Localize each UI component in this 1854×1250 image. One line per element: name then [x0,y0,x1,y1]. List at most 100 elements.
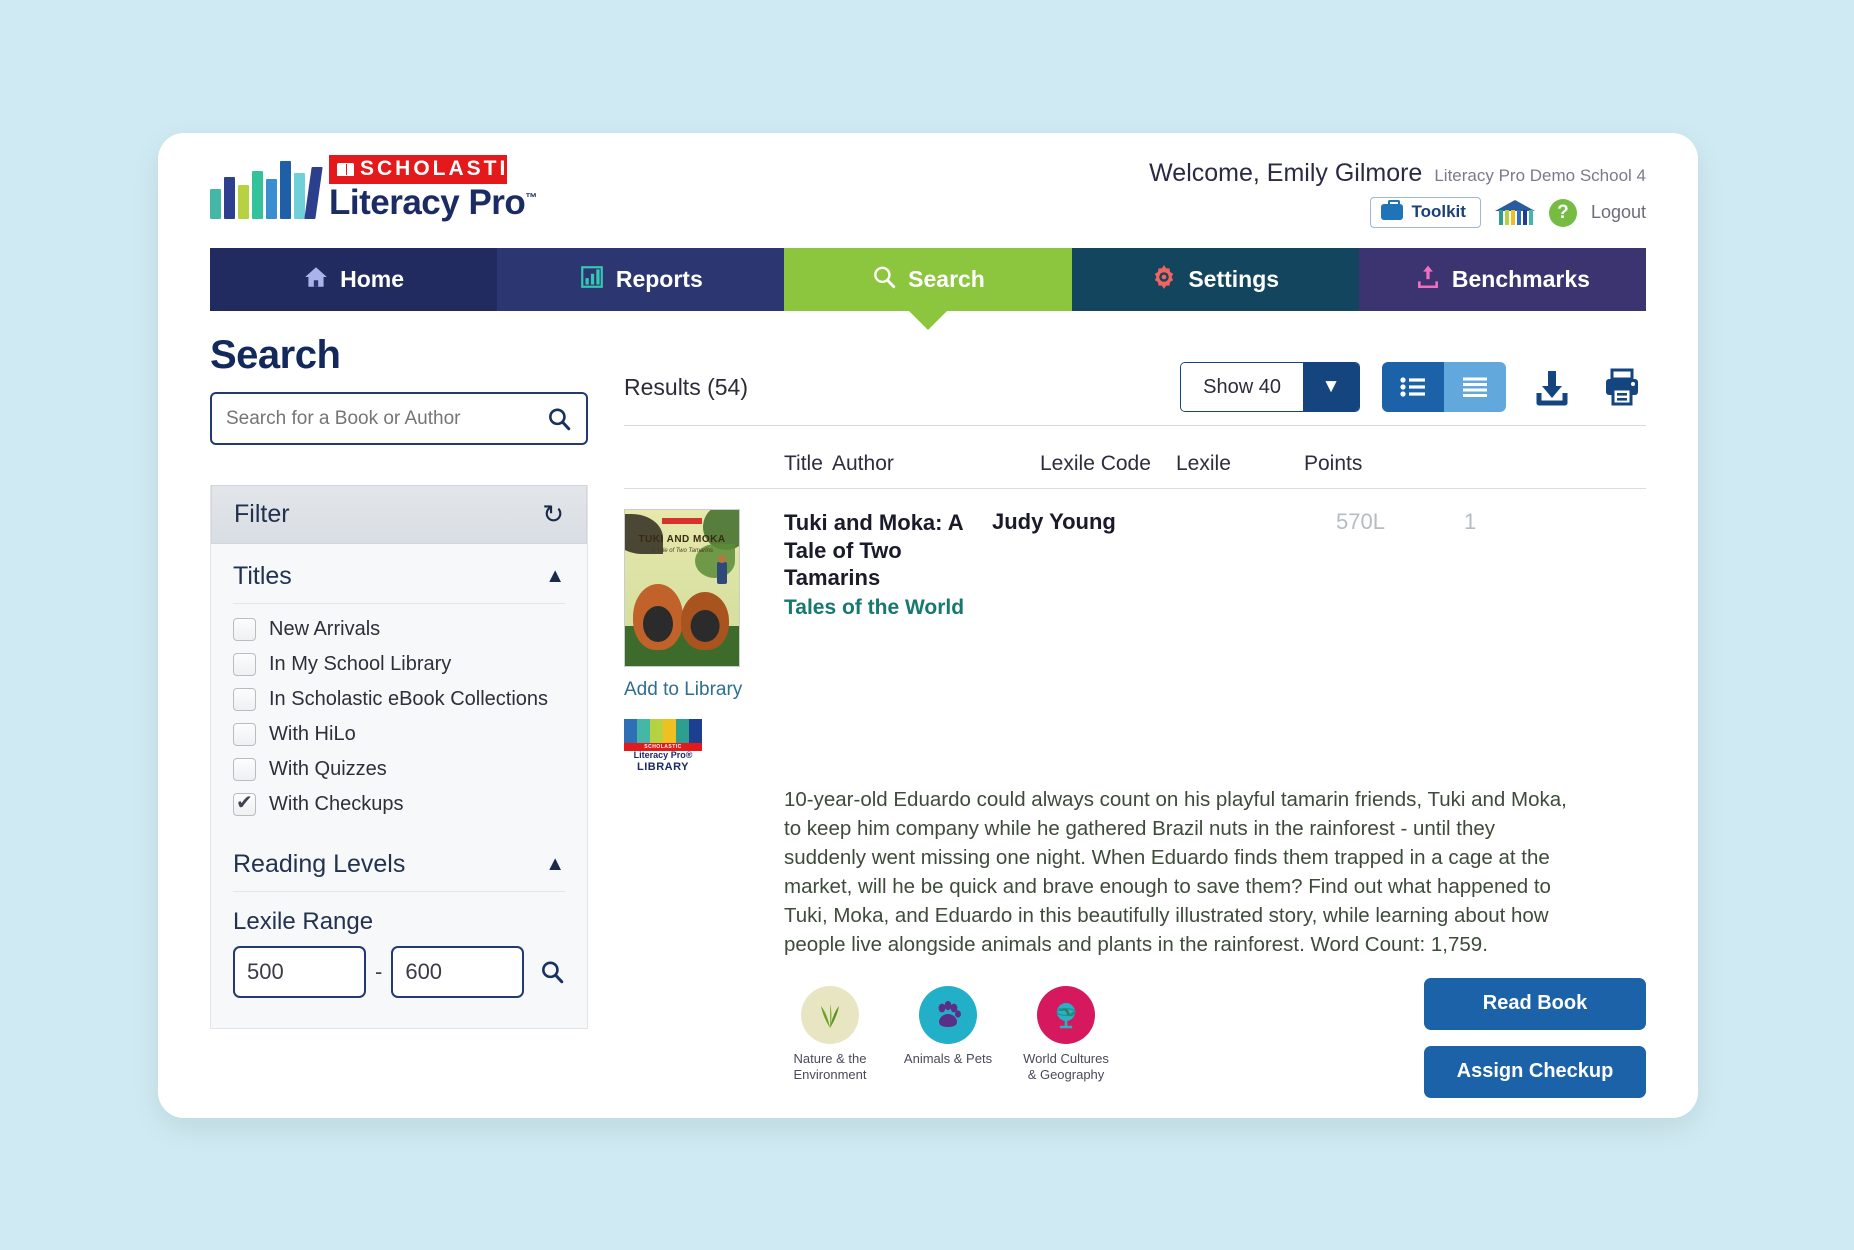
scholastic-text: SCHOLASTIC [360,157,527,181]
search-input[interactable] [226,408,546,430]
titles-checkbox-group: New Arrivals In My School Library In Schol… [233,604,565,832]
badge-line1: Literacy Pro® [624,751,702,761]
print-icon[interactable] [1598,363,1646,411]
lexile-min-input[interactable] [233,946,366,998]
book-points: 1 [1464,509,1564,773]
cover-subtitle: A Tale of Two Tamarins [625,548,739,554]
range-dash: - [375,959,382,985]
table-row: TUKI AND MOKA A Tale of Two Tamarins Add… [624,489,1646,773]
nav-item-label: Reports [616,266,703,293]
category-label: World Cultures & Geography [1020,1051,1112,1084]
category-label: Animals & Pets [902,1051,994,1067]
checkbox-label: In Scholastic eBook Collections [269,688,548,711]
briefcase-icon [1381,204,1403,220]
category-nature[interactable]: Nature & the Environment [784,986,876,1084]
titles-section-header[interactable]: Titles ▲ [233,544,565,604]
book-author: Judy Young [992,509,1200,773]
search-icon [871,264,897,296]
nav-item-search[interactable]: Search [784,248,1071,311]
reading-levels-label: Reading Levels [233,850,405,879]
assign-checkup-button[interactable]: Assign Checkup [1424,1046,1646,1098]
show-count-value: Show 40 [1181,363,1303,411]
row-actions: Read Book Assign Checkup [1424,978,1646,1098]
literacy-pro-library-badge: SCHOLASTIC Literacy Pro® LIBRARY [624,719,702,773]
app-window: SCHOLASTIC Literacy Pro™ Welcome, Emily … [158,133,1698,1118]
paw-icon [919,986,977,1044]
book-cover-column: TUKI AND MOKA A Tale of Two Tamarins Add… [624,509,784,773]
filter-heading: Filter [234,500,290,529]
filter-option[interactable]: In Scholastic eBook Collections [233,688,565,711]
checkbox[interactable] [233,688,256,711]
filter-panel: Filter ↻ Titles ▲ New Arrivals In My Scho… [210,485,588,1029]
left-column: Search Filter ↻ Titles ▲ [210,333,588,1083]
add-to-library-link[interactable]: Add to Library [624,679,784,701]
checkbox[interactable] [233,758,256,781]
page-content: Search Filter ↻ Titles ▲ [158,333,1698,1083]
gear-icon [1151,264,1177,296]
chevron-up-icon[interactable]: ▲ [545,853,565,876]
search-box[interactable] [210,392,588,445]
category-world-cultures[interactable]: World Cultures & Geography [1020,986,1112,1084]
filter-option[interactable]: With HiLo [233,723,565,746]
filter-header: Filter ↻ [211,485,587,544]
magnifier-icon[interactable] [546,406,572,432]
checkbox-label: With Checkups [269,793,404,816]
filter-option[interactable]: With Quizzes [233,758,565,781]
nav-item-benchmarks[interactable]: Benchmarks [1359,248,1646,311]
column-lexile-code: Lexile Code [1040,452,1176,476]
logo[interactable]: SCHOLASTIC Literacy Pro™ [210,155,537,219]
cover-title: TUKI AND MOKA [625,534,739,545]
checkbox[interactable] [233,793,256,816]
nav-item-reports[interactable]: Reports [497,248,784,311]
filter-option[interactable]: With Checkups [233,793,565,816]
chevron-down-icon[interactable]: ▼ [1303,363,1359,411]
reading-levels-section-header[interactable]: Reading Levels ▲ [233,832,565,892]
checkbox[interactable] [233,653,256,676]
refresh-icon[interactable]: ↻ [542,499,564,530]
chevron-up-icon[interactable]: ▲ [545,565,565,588]
filter-option[interactable]: In My School Library [233,653,565,676]
right-column: Results (54) Show 40 ▼ [588,333,1646,1083]
book-cover-image[interactable]: TUKI AND MOKA A Tale of Two Tamarins [624,509,740,667]
filter-option[interactable]: New Arrivals [233,618,565,641]
book-lexile-code [1200,509,1336,773]
grass-icon [801,986,859,1044]
checkbox[interactable] [233,618,256,641]
literacy-pro-wordmark: Literacy Pro™ [329,186,537,219]
library-icon[interactable] [1495,199,1535,227]
filter-section-reading-levels: Reading Levels ▲ Lexile Range - [211,832,587,1028]
nav-item-home[interactable]: Home [210,248,497,311]
badge-line2: LIBRARY [624,761,702,773]
book-series[interactable]: Tales of the World [784,596,992,620]
utility-row: Toolkit ? Logout [1370,197,1646,228]
category-animals[interactable]: Animals & Pets [902,986,994,1084]
help-icon[interactable]: ? [1549,199,1577,227]
lexile-search-icon[interactable] [539,959,565,985]
lexile-max-input[interactable] [391,946,524,998]
toolkit-label: Toolkit [1411,202,1465,222]
titles-label: Titles [233,562,292,591]
book-title[interactable]: Tuki and Moka: A Tale of Two Tamarins [784,509,992,592]
checkbox-label: New Arrivals [269,618,380,641]
show-count-select[interactable]: Show 40 ▼ [1180,362,1360,412]
column-points: Points [1304,452,1404,476]
app-header: SCHOLASTIC Literacy Pro™ Welcome, Emily … [158,133,1698,248]
detail-view-icon[interactable] [1444,362,1506,412]
book-description: 10-year-old Eduardo could always count o… [784,785,1569,960]
download-icon[interactable] [1528,363,1576,411]
list-view-icon[interactable] [1382,362,1444,412]
toolkit-button[interactable]: Toolkit [1370,197,1480,228]
checkbox[interactable] [233,723,256,746]
category-label: Nature & the Environment [784,1051,876,1084]
logout-link[interactable]: Logout [1591,202,1646,223]
lexile-range-label: Lexile Range [233,892,565,946]
read-book-button[interactable]: Read Book [1424,978,1646,1030]
page-title: Search [210,333,588,378]
column-title: Title [624,452,832,476]
scholastic-wordmark: SCHOLASTIC [329,155,507,184]
nav-item-settings[interactable]: Settings [1072,248,1359,311]
results-count: Results (54) [624,374,748,401]
column-author: Author [832,452,1040,476]
welcome-row: Welcome, Emily Gilmore Literacy Pro Demo… [1149,159,1646,188]
checkbox-label: In My School Library [269,653,451,676]
